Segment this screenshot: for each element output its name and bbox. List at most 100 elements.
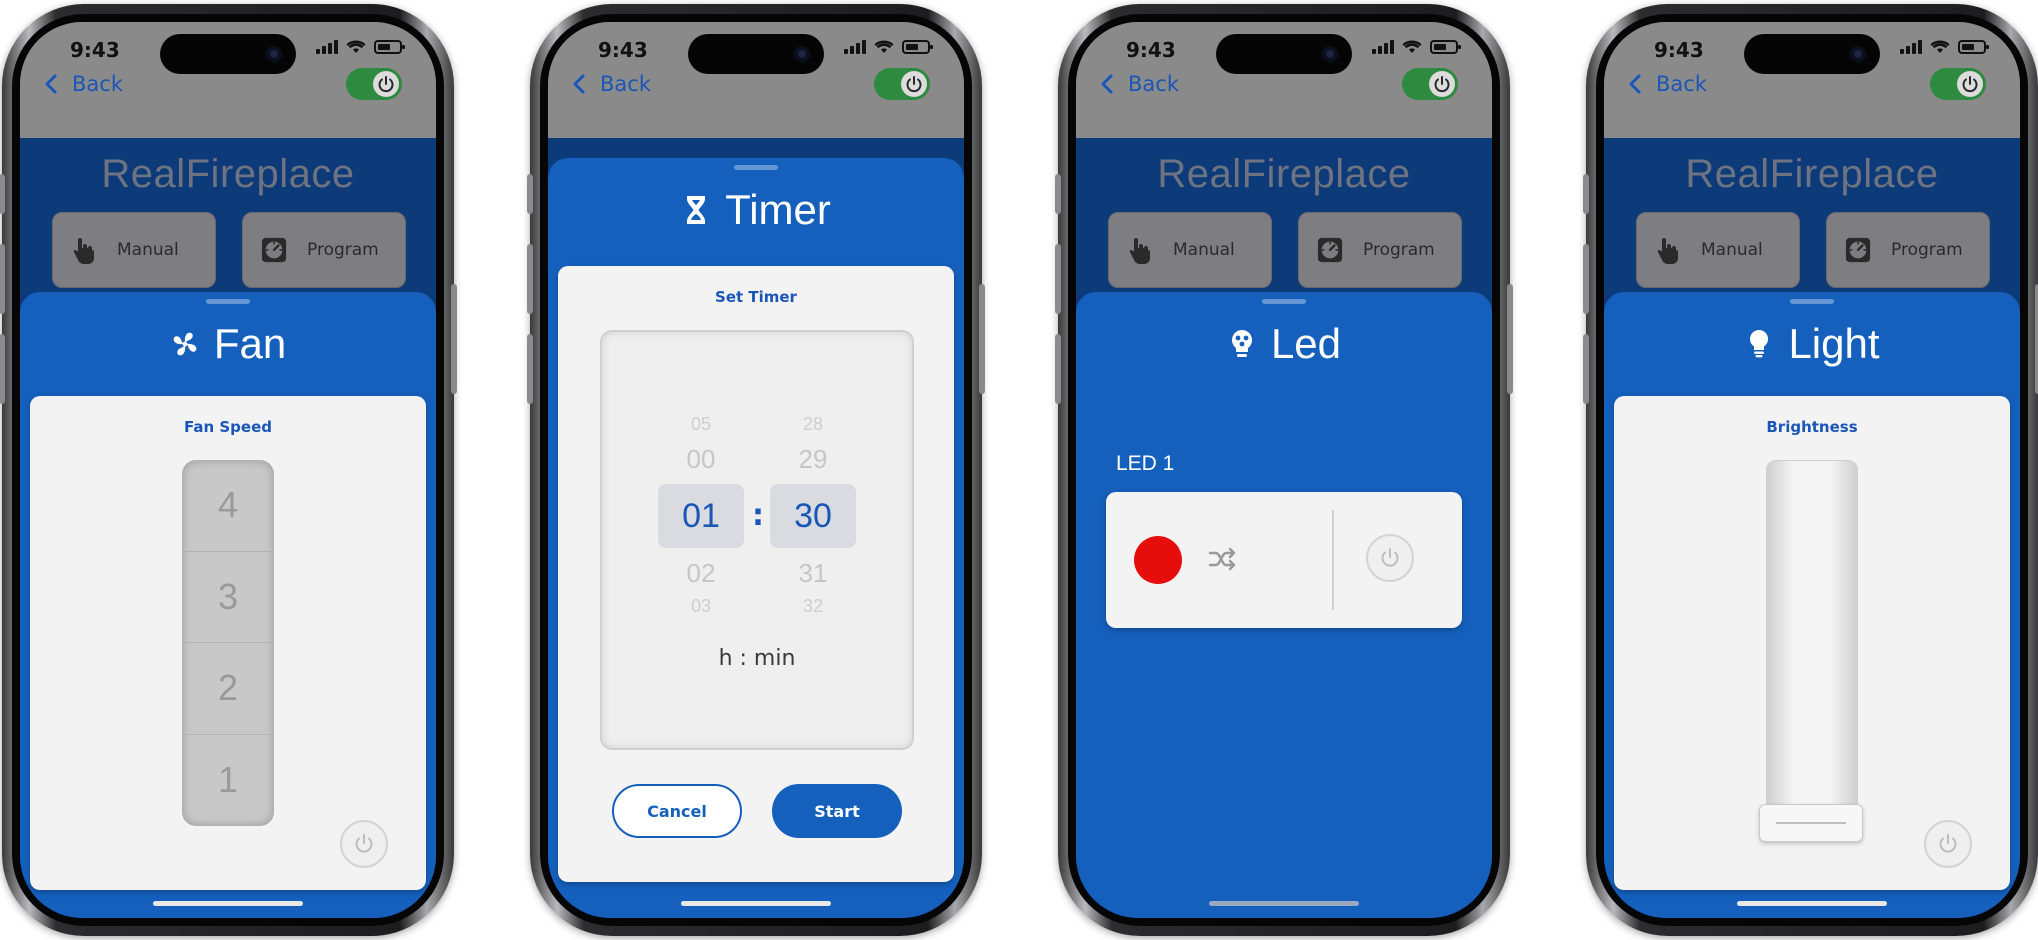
led-color-swatch[interactable] [1134,536,1182,584]
power-toggle[interactable] [346,68,402,100]
cellular-signal-icon [1900,40,1922,54]
hour-option[interactable]: 05 [658,414,744,435]
status-time: 9:43 [1654,38,1704,62]
sheet-grabber[interactable] [1262,299,1306,304]
fan-speed-slider[interactable]: 4 3 2 1 [182,460,274,826]
minute-option[interactable]: 28 [770,414,856,435]
chevron-left-icon [1629,74,1641,94]
shuffle-icon[interactable] [1208,546,1238,572]
minute-option[interactable]: 32 [770,596,856,617]
mute-switch [1583,174,1589,214]
hand-pointer-icon [73,238,94,264]
sheet-grabber[interactable] [206,299,250,304]
led-1-label: LED 1 [1116,452,1175,475]
fan-speed-3[interactable]: 3 [182,552,274,643]
fan-speed-1[interactable]: 1 [182,735,274,827]
phone-fan: 9:43 Back RealFireplace Manual Program F… [0,4,457,936]
cancel-button[interactable]: Cancel [612,784,742,838]
manual-button[interactable]: Manual [52,212,216,288]
screen: 9:43 Back RealFireplace Manual Program [1604,22,2020,918]
sheet-grabber[interactable] [734,165,778,170]
power-icon [1381,548,1399,567]
hour-option[interactable]: 03 [658,596,744,617]
sheet-header: Fan [20,320,436,368]
screen: 9:43 Back RealFireplace Manual Program [20,22,436,918]
volume-down-button [1055,334,1061,404]
manual-button[interactable]: Manual [1636,212,1800,288]
fan-icon [173,332,197,356]
gauge-clock-icon [1317,237,1343,263]
battery-icon [902,40,933,54]
back-button[interactable]: Back [1100,70,1179,98]
time-picker[interactable]: 05 00 01 02 03 : 28 29 30 31 32 h : min [600,330,914,750]
phone-led: 9:43 Back RealFireplace Manual Program L… [1055,4,1513,936]
fan-speed-card: Fan Speed 4 3 2 1 [30,396,426,890]
screen: 9:43 Back Timer Set Timer 05 00 01 02 03… [548,22,964,918]
app-brand-title: RealFireplace [101,152,355,196]
sheet-title: Timer [725,186,831,233]
power-toggle[interactable] [1930,68,1986,100]
timer-sheet: Timer Set Timer 05 00 01 02 03 : 28 29 3… [548,158,964,918]
manual-label: Manual [1173,240,1235,260]
volume-down-button [527,334,533,404]
power-icon [355,834,373,853]
side-button [451,284,457,394]
minute-selected[interactable]: 30 [770,484,856,548]
fan-speed-4[interactable]: 4 [182,460,274,552]
hand-pointer-icon [1129,238,1150,264]
hour-selected[interactable]: 01 [658,484,744,548]
minute-option[interactable]: 29 [770,444,856,475]
dynamic-island [688,34,824,74]
brightness-card: Brightness [1614,396,2010,890]
light-sheet: Light Brightness [1604,292,2020,918]
home-indicator[interactable] [1209,901,1359,906]
home-indicator[interactable] [681,901,831,906]
fan-speed-2[interactable]: 2 [182,643,274,735]
back-label: Back [600,72,651,96]
back-button[interactable]: Back [1628,70,1707,98]
power-icon [906,76,922,93]
side-button [979,284,985,394]
manual-button[interactable]: Manual [1108,212,1272,288]
light-power-button[interactable] [1924,820,1972,868]
hour-option[interactable]: 02 [658,558,744,589]
program-label: Program [1891,240,1963,260]
chevron-left-icon [573,74,585,94]
led-power-button[interactable] [1366,534,1414,582]
brightness-slider-thumb[interactable] [1759,804,1863,842]
sheet-title: Fan [213,320,287,367]
home-indicator[interactable] [1737,901,1887,906]
minute-option[interactable]: 31 [770,558,856,589]
sheet-grabber[interactable] [1790,299,1834,304]
program-label: Program [1363,240,1435,260]
brightness-slider-track[interactable] [1766,460,1858,834]
side-button [1507,284,1513,394]
start-button[interactable]: Start [772,784,902,838]
mute-switch [527,174,533,214]
app-brand-title: RealFireplace [1157,152,1411,196]
gauge-clock-icon [1845,237,1871,263]
power-toggle[interactable] [1402,68,1458,100]
program-button[interactable]: Program [1298,212,1462,288]
dynamic-island [1744,34,1880,74]
back-label: Back [1656,72,1707,96]
program-button[interactable]: Program [242,212,406,288]
sheet-header: Light [1604,320,2020,368]
fan-sheet: Fan Fan Speed 4 3 2 1 [20,292,436,918]
phone-light: 9:43 Back RealFireplace Manual Program L… [1583,4,2038,936]
manual-label: Manual [1701,240,1763,260]
set-timer-card: Set Timer 05 00 01 02 03 : 28 29 30 31 3… [558,266,954,882]
back-button[interactable]: Back [44,70,123,98]
chevron-left-icon [45,74,57,94]
back-button[interactable]: Back [572,70,651,98]
divider [1332,510,1334,610]
hour-option[interactable]: 00 [658,444,744,475]
fan-speed-label: Fan Speed [183,418,272,436]
back-label: Back [1128,72,1179,96]
sheet-header: Timer [548,186,964,234]
fan-power-button[interactable] [340,820,388,868]
home-indicator[interactable] [153,901,303,906]
manual-label: Manual [117,240,179,260]
power-toggle[interactable] [874,68,930,100]
program-button[interactable]: Program [1826,212,1990,288]
